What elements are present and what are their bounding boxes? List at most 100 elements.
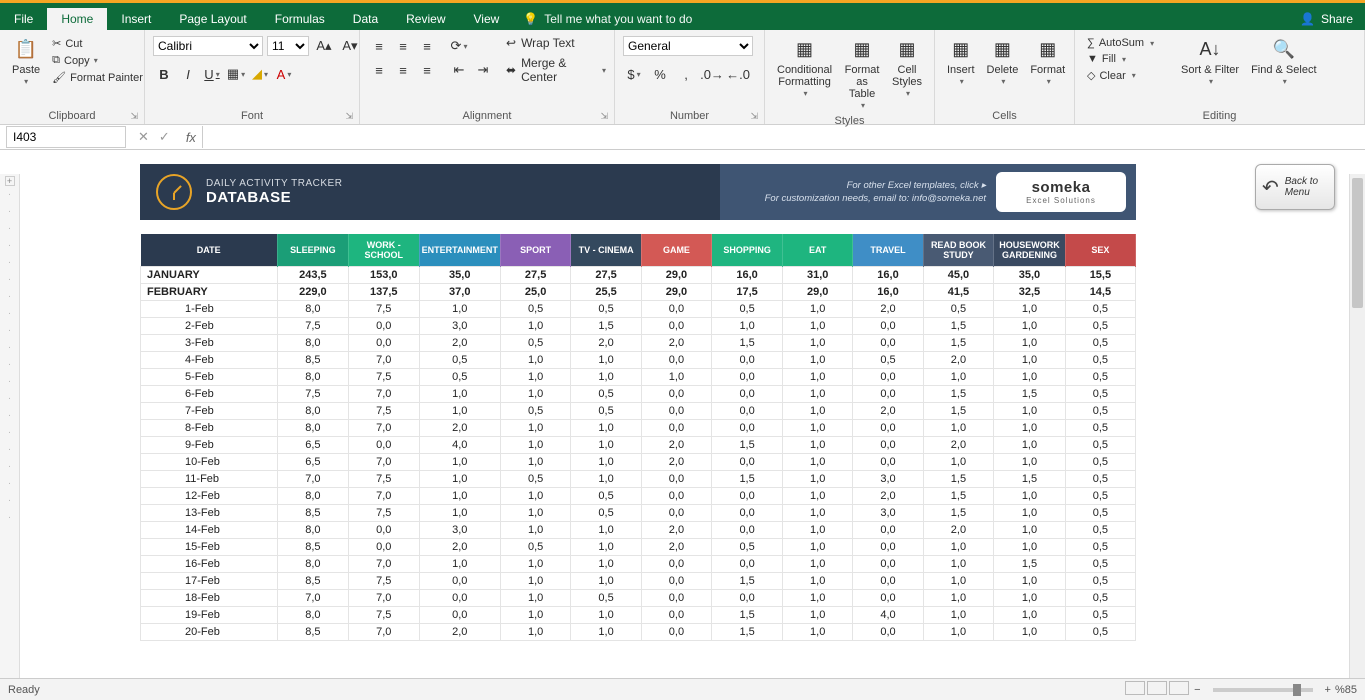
col-shopping[interactable]: SHOPPING	[712, 234, 783, 267]
tab-file[interactable]: File	[0, 8, 47, 30]
col-game[interactable]: GAME	[641, 234, 711, 267]
alignment-launcher[interactable]: ⇲	[600, 111, 608, 122]
col-work-school[interactable]: WORK - SCHOOL	[348, 234, 419, 267]
copy-button[interactable]: ⧉Copy▾	[48, 53, 147, 68]
number-format-select[interactable]: General	[623, 36, 753, 56]
share-button[interactable]: 👤 Share	[1288, 8, 1365, 30]
autosum-button[interactable]: ∑AutoSum	[1083, 36, 1173, 50]
number-launcher[interactable]: ⇲	[750, 111, 758, 122]
clear-button[interactable]: ◇Clear	[1083, 68, 1173, 83]
table-row[interactable]: 18-Feb7,07,00,01,00,50,00,01,00,01,01,00…	[141, 590, 1136, 607]
table-row[interactable]: 19-Feb8,07,50,01,01,00,01,51,04,01,01,00…	[141, 607, 1136, 624]
format-cells-button[interactable]: ▦Format	[1026, 36, 1069, 89]
italic-button[interactable]: I	[177, 64, 199, 84]
format-as-table-button[interactable]: ▦Format as Table	[840, 36, 884, 113]
increase-decimal-icon[interactable]: .0→	[701, 64, 723, 84]
table-row[interactable]: 6-Feb7,57,01,01,00,50,00,01,00,01,51,50,…	[141, 386, 1136, 403]
merge-center-button[interactable]: ⬌Merge & Center	[506, 56, 606, 84]
col-entertainment[interactable]: ENTERTAINMENT	[419, 234, 500, 267]
col-date[interactable]: DATE	[141, 234, 278, 267]
table-row[interactable]: 14-Feb8,00,03,01,01,02,00,01,00,02,01,00…	[141, 522, 1136, 539]
enter-formula-icon[interactable]: ✓	[159, 129, 170, 145]
vertical-scrollbar[interactable]	[1349, 174, 1365, 678]
percent-button[interactable]: %	[649, 64, 671, 84]
name-box[interactable]: I403	[6, 126, 126, 148]
fill-color-button[interactable]: ◢	[249, 64, 271, 84]
increase-font-icon[interactable]: A▴	[313, 36, 335, 56]
table-row[interactable]: 3-Feb8,00,02,00,52,02,01,51,00,01,51,00,…	[141, 335, 1136, 352]
view-buttons[interactable]	[1124, 681, 1190, 698]
table-row[interactable]: 2-Feb7,50,03,01,01,50,01,01,00,01,51,00,…	[141, 318, 1136, 335]
col-eat[interactable]: EAT	[783, 234, 853, 267]
table-row[interactable]: 10-Feb6,57,01,01,01,02,00,01,00,01,01,00…	[141, 454, 1136, 471]
tell-me[interactable]: 💡 Tell me what you want to do	[513, 8, 702, 30]
table-row[interactable]: 12-Feb8,07,01,01,00,50,00,01,02,01,51,00…	[141, 488, 1136, 505]
font-name-select[interactable]: Calibri	[153, 36, 263, 56]
align-middle-icon[interactable]: ≡	[392, 36, 414, 56]
border-button[interactable]: ▦	[225, 64, 247, 84]
table-row[interactable]: 9-Feb6,50,04,01,01,02,01,51,00,02,01,00,…	[141, 437, 1136, 454]
wrap-text-button[interactable]: ↩Wrap Text	[506, 36, 606, 50]
table-row[interactable]: 13-Feb8,57,51,01,00,50,00,01,03,01,51,00…	[141, 505, 1136, 522]
summary-row[interactable]: FEBRUARY229,0137,537,025,025,529,017,529…	[141, 284, 1136, 301]
align-center-icon[interactable]: ≡	[392, 60, 414, 80]
table-row[interactable]: 16-Feb8,07,01,01,01,00,00,01,00,01,01,50…	[141, 556, 1136, 573]
table-row[interactable]: 8-Feb8,07,02,01,01,00,00,01,00,01,01,00,…	[141, 420, 1136, 437]
fx-icon[interactable]: fx	[180, 130, 202, 145]
cancel-formula-icon[interactable]: ✕	[138, 129, 149, 145]
tab-page-layout[interactable]: Page Layout	[165, 8, 260, 30]
fill-button[interactable]: ▼Fill	[1083, 52, 1173, 66]
bold-button[interactable]: B	[153, 64, 175, 84]
decrease-decimal-icon[interactable]: ←.0	[727, 64, 749, 84]
cut-button[interactable]: ✂Cut	[48, 36, 147, 51]
zoom-in-icon[interactable]: +	[1325, 684, 1331, 696]
tab-home[interactable]: Home	[47, 8, 107, 30]
font-size-select[interactable]: 11	[267, 36, 309, 56]
zoom-slider[interactable]	[1213, 688, 1313, 692]
tab-formulas[interactable]: Formulas	[261, 8, 339, 30]
orientation-button[interactable]: ⟳	[448, 36, 470, 56]
col-sex[interactable]: SEX	[1065, 234, 1135, 267]
formula-input[interactable]	[202, 126, 1365, 148]
align-top-icon[interactable]: ≡	[368, 36, 390, 56]
conditional-formatting-button[interactable]: ▦Conditional Formatting	[773, 36, 836, 101]
col-travel[interactable]: TRAVEL	[853, 234, 924, 267]
paste-button[interactable]: 📋 Paste ▾	[8, 36, 44, 89]
comma-button[interactable]: ,	[675, 64, 697, 84]
someka-logo[interactable]: someka Excel Solutions	[996, 172, 1126, 212]
col-sleeping[interactable]: SLEEPING	[277, 234, 348, 267]
tab-view[interactable]: View	[460, 8, 514, 30]
table-row[interactable]: 15-Feb8,50,02,00,51,02,00,51,00,01,01,00…	[141, 539, 1136, 556]
align-bottom-icon[interactable]: ≡	[416, 36, 438, 56]
col-read-book-study[interactable]: READ BOOK STUDY	[923, 234, 993, 267]
table-row[interactable]: 17-Feb8,57,50,01,01,00,01,51,00,01,01,00…	[141, 573, 1136, 590]
col-tv-cinema[interactable]: TV - CINEMA	[571, 234, 642, 267]
data-table[interactable]: DATESLEEPINGWORK - SCHOOLENTERTAINMENTSP…	[140, 234, 1136, 641]
outline-expand-icon[interactable]: +	[5, 176, 15, 186]
find-select-button[interactable]: 🔍Find & Select	[1247, 36, 1320, 89]
clipboard-launcher[interactable]: ⇲	[130, 111, 138, 122]
align-left-icon[interactable]: ≡	[368, 60, 390, 80]
align-right-icon[interactable]: ≡	[416, 60, 438, 80]
table-row[interactable]: 20-Feb8,57,02,01,01,00,01,51,00,01,01,00…	[141, 624, 1136, 641]
tab-insert[interactable]: Insert	[107, 8, 165, 30]
tab-data[interactable]: Data	[339, 8, 392, 30]
format-painter-button[interactable]: 🖌Format Painter	[48, 70, 147, 85]
back-to-menu-button[interactable]: ↶ Back to Menu	[1255, 164, 1335, 210]
tab-review[interactable]: Review	[392, 8, 459, 30]
summary-row[interactable]: JANUARY243,5153,035,027,527,529,016,031,…	[141, 267, 1136, 284]
table-row[interactable]: 5-Feb8,07,50,51,01,01,00,01,00,01,01,00,…	[141, 369, 1136, 386]
currency-button[interactable]: $	[623, 64, 645, 84]
table-row[interactable]: 11-Feb7,07,51,00,51,00,01,51,03,01,51,50…	[141, 471, 1136, 488]
col-sport[interactable]: SPORT	[500, 234, 570, 267]
table-row[interactable]: 1-Feb8,07,51,00,50,50,00,51,02,00,51,00,…	[141, 301, 1136, 318]
insert-cells-button[interactable]: ▦Insert	[943, 36, 979, 89]
table-row[interactable]: 7-Feb8,07,51,00,50,50,00,01,02,01,51,00,…	[141, 403, 1136, 420]
font-launcher[interactable]: ⇲	[345, 111, 353, 122]
decrease-indent-icon[interactable]: ⇤	[448, 60, 470, 80]
col-housework-gardening[interactable]: HOUSEWORK GARDENING	[994, 234, 1066, 267]
underline-button[interactable]: U	[201, 64, 223, 84]
decrease-font-icon[interactable]: A▾	[339, 36, 361, 56]
zoom-level[interactable]: %85	[1335, 684, 1357, 696]
font-color-button[interactable]: A	[273, 64, 295, 84]
